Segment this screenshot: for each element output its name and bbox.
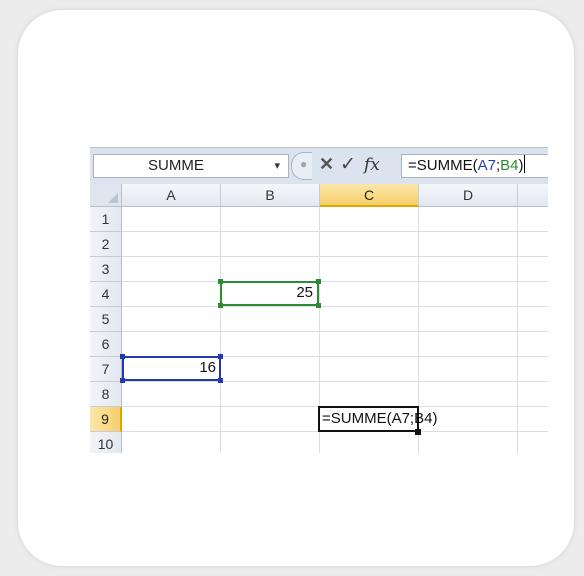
- cancel-icon[interactable]: ✕: [319, 154, 334, 175]
- name-box[interactable]: SUMME ▾: [93, 154, 289, 178]
- text-cursor: [524, 155, 526, 173]
- chevron-down-icon[interactable]: ▾: [274, 155, 280, 177]
- resize-handle[interactable]: [218, 303, 223, 308]
- formula-ref-b: B4: [500, 157, 519, 174]
- row-header-10[interactable]: 10: [90, 432, 122, 453]
- column-header-b[interactable]: B: [221, 184, 320, 207]
- resize-handle[interactable]: [218, 378, 223, 383]
- gridline: [122, 281, 548, 282]
- row-header-6[interactable]: 6: [90, 332, 122, 357]
- image-card: SUMME ▾ ● ✕ ✓ fx =SUMME(A7;B4) A B C D 1…: [18, 10, 574, 566]
- gridline: [122, 306, 548, 307]
- formula-prefix: =SUMME(: [408, 157, 478, 174]
- gridline: [122, 331, 548, 332]
- gridline: [122, 256, 548, 257]
- formula-input[interactable]: =SUMME(A7;B4): [401, 154, 548, 178]
- insert-function-icon[interactable]: fx: [364, 155, 380, 175]
- column-header-d[interactable]: D: [419, 184, 518, 207]
- triangle-icon: [108, 193, 118, 203]
- gridline: [122, 231, 548, 232]
- cell-a7[interactable]: 16: [123, 359, 216, 376]
- fill-handle[interactable]: [415, 429, 421, 435]
- gridline: [220, 207, 221, 453]
- gridline: [517, 207, 518, 453]
- cell-b4[interactable]: 25: [221, 284, 313, 301]
- row-header-3[interactable]: 3: [90, 257, 122, 282]
- select-all-corner[interactable]: [90, 184, 122, 207]
- resize-handle[interactable]: ●: [291, 152, 312, 180]
- column-header-a[interactable]: A: [122, 184, 221, 207]
- resize-handle[interactable]: [218, 354, 223, 359]
- row-header-1[interactable]: 1: [90, 207, 122, 232]
- column-header-c[interactable]: C: [320, 184, 419, 207]
- column-header-e[interactable]: [518, 184, 548, 207]
- row-header-4[interactable]: 4: [90, 282, 122, 307]
- resize-handle[interactable]: [316, 279, 321, 284]
- row-header-7[interactable]: 7: [90, 357, 122, 382]
- gridline: [122, 381, 548, 382]
- formula-bar: SUMME ▾ ● ✕ ✓ fx =SUMME(A7;B4): [90, 147, 548, 184]
- row-header-9[interactable]: 9: [90, 407, 122, 432]
- resize-handle[interactable]: [316, 303, 321, 308]
- formula-buttons: ● ✕ ✓ fx: [291, 152, 403, 180]
- dot-icon: ●: [300, 157, 308, 171]
- row-header-8[interactable]: 8: [90, 382, 122, 407]
- row-header-2[interactable]: 2: [90, 232, 122, 257]
- formula-ref-a: A7: [477, 157, 496, 174]
- worksheet-grid[interactable]: A B C D 1 2 3 4 5 6 7 8 9 10 25 16 =SUMM…: [90, 184, 548, 453]
- spreadsheet-screenshot: SUMME ▾ ● ✕ ✓ fx =SUMME(A7;B4) A B C D 1…: [90, 147, 548, 453]
- formula-suffix: ): [518, 157, 524, 174]
- row-header-5[interactable]: 5: [90, 307, 122, 332]
- resize-handle[interactable]: [120, 378, 125, 383]
- cell-c9-editing[interactable]: =SUMME(A7;B4): [318, 406, 437, 432]
- name-box-value: SUMME: [148, 157, 204, 174]
- enter-icon[interactable]: ✓: [340, 153, 356, 176]
